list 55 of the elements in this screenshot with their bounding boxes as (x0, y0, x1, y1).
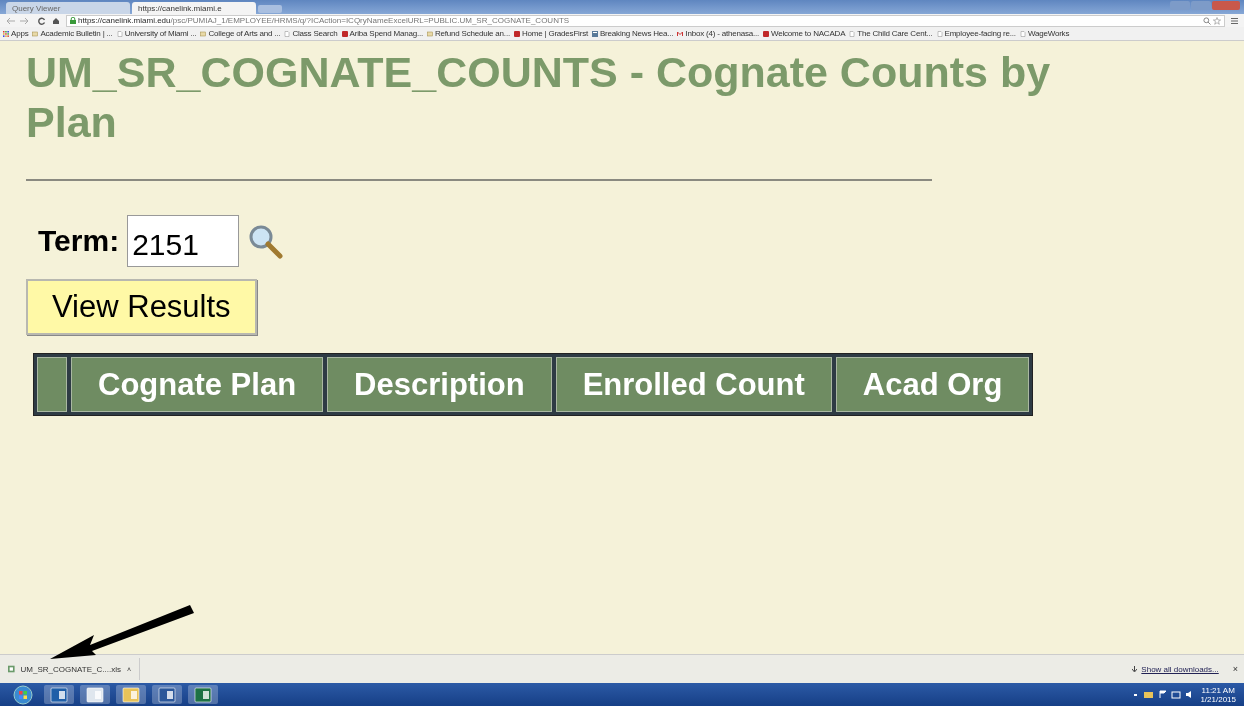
bookmark-link[interactable]: Welcome to NACADA (771, 29, 846, 38)
page-icon (1019, 30, 1026, 37)
download-icon (1132, 665, 1138, 673)
site-favicon-icon (200, 30, 207, 37)
bookmark-link[interactable]: Apps (11, 29, 29, 38)
bookmark-link[interactable]: Ariba Spend Manag... (349, 29, 423, 38)
bookmark-link[interactable]: Refund Schedule an... (434, 29, 510, 38)
page-icon (936, 30, 943, 37)
menu-icon[interactable] (1231, 16, 1238, 25)
address-bar[interactable]: https://canelink.miami.edu/psc/PUMIAJ_1/EMPLOYEE/HRMS/q/?ICAction=ICQryNameExcelURL=PUBLIC.UM_SR_COGNATE_COUNTS (66, 14, 1225, 27)
bookmark-link[interactable]: College of Arts and ... (208, 29, 281, 38)
bookmark-link[interactable]: Class Search (292, 29, 338, 38)
bookmark-link[interactable]: Home | GradesFirst (521, 29, 588, 38)
brand-favicon-icon (763, 30, 770, 37)
bookmark-link[interactable]: Employee-facing re... (944, 29, 1016, 38)
column-header: Enrolled Count (555, 357, 832, 412)
bookmark-link[interactable]: WageWorks (1027, 29, 1070, 38)
term-field[interactable]: 2151 (127, 215, 240, 267)
bookmark-link[interactable]: University of Miami ... (124, 29, 197, 38)
star-icon[interactable] (1213, 16, 1221, 25)
column-header: Acad Org (835, 357, 1030, 412)
bookmark-link[interactable]: Academic Bulletin | ... (40, 29, 113, 38)
close-downloads-button[interactable]: × (1232, 664, 1238, 674)
brand-favicon-icon (513, 30, 520, 37)
column-header: Description (327, 357, 552, 412)
news-favicon-icon (592, 30, 598, 37)
bookmark-link[interactable]: The Child Care Cent... (857, 29, 933, 38)
zoom-icon[interactable] (1203, 16, 1211, 25)
page-icon (116, 30, 123, 37)
search-icon[interactable] (247, 223, 284, 259)
term-label: Term: (38, 224, 120, 258)
bookmark-link[interactable]: Inbox (4) - athenasa... (685, 29, 760, 38)
download-file-name[interactable]: UM_SR_COGNATE_C....xls (20, 664, 121, 674)
browser-tab[interactable]: https://canelink.miami.e (132, 2, 256, 14)
site-favicon-icon (426, 30, 433, 37)
header-cell (37, 357, 67, 412)
clock-date[interactable]: 1/21/2015 (1200, 694, 1236, 704)
page-icon (284, 30, 291, 37)
bookmark-link[interactable]: Breaking News Hea... (600, 29, 674, 38)
brand-favicon-icon (341, 30, 348, 37)
column-header: Cognate Plan (71, 357, 324, 412)
mail-icon (677, 30, 684, 37)
reload-icon[interactable] (38, 16, 46, 25)
start-orb-icon[interactable] (12, 684, 34, 705)
spreadsheet-file-icon (8, 665, 15, 673)
page-title: UM_SR_COGNATE_COUNTS - Cognate Counts by Plan (26, 47, 1052, 147)
clock-time[interactable]: 11:21 AM (1201, 685, 1235, 695)
browser-tab[interactable]: Query Viewer (6, 2, 130, 14)
apps-grid-icon (3, 30, 9, 37)
site-favicon-icon (32, 30, 39, 37)
view-results-button[interactable]: View Results (26, 279, 257, 335)
page-icon (849, 30, 856, 37)
home-icon[interactable] (52, 16, 60, 25)
lock-icon (70, 17, 76, 24)
show-all-downloads-link[interactable]: Show all downloads... (1141, 664, 1219, 674)
